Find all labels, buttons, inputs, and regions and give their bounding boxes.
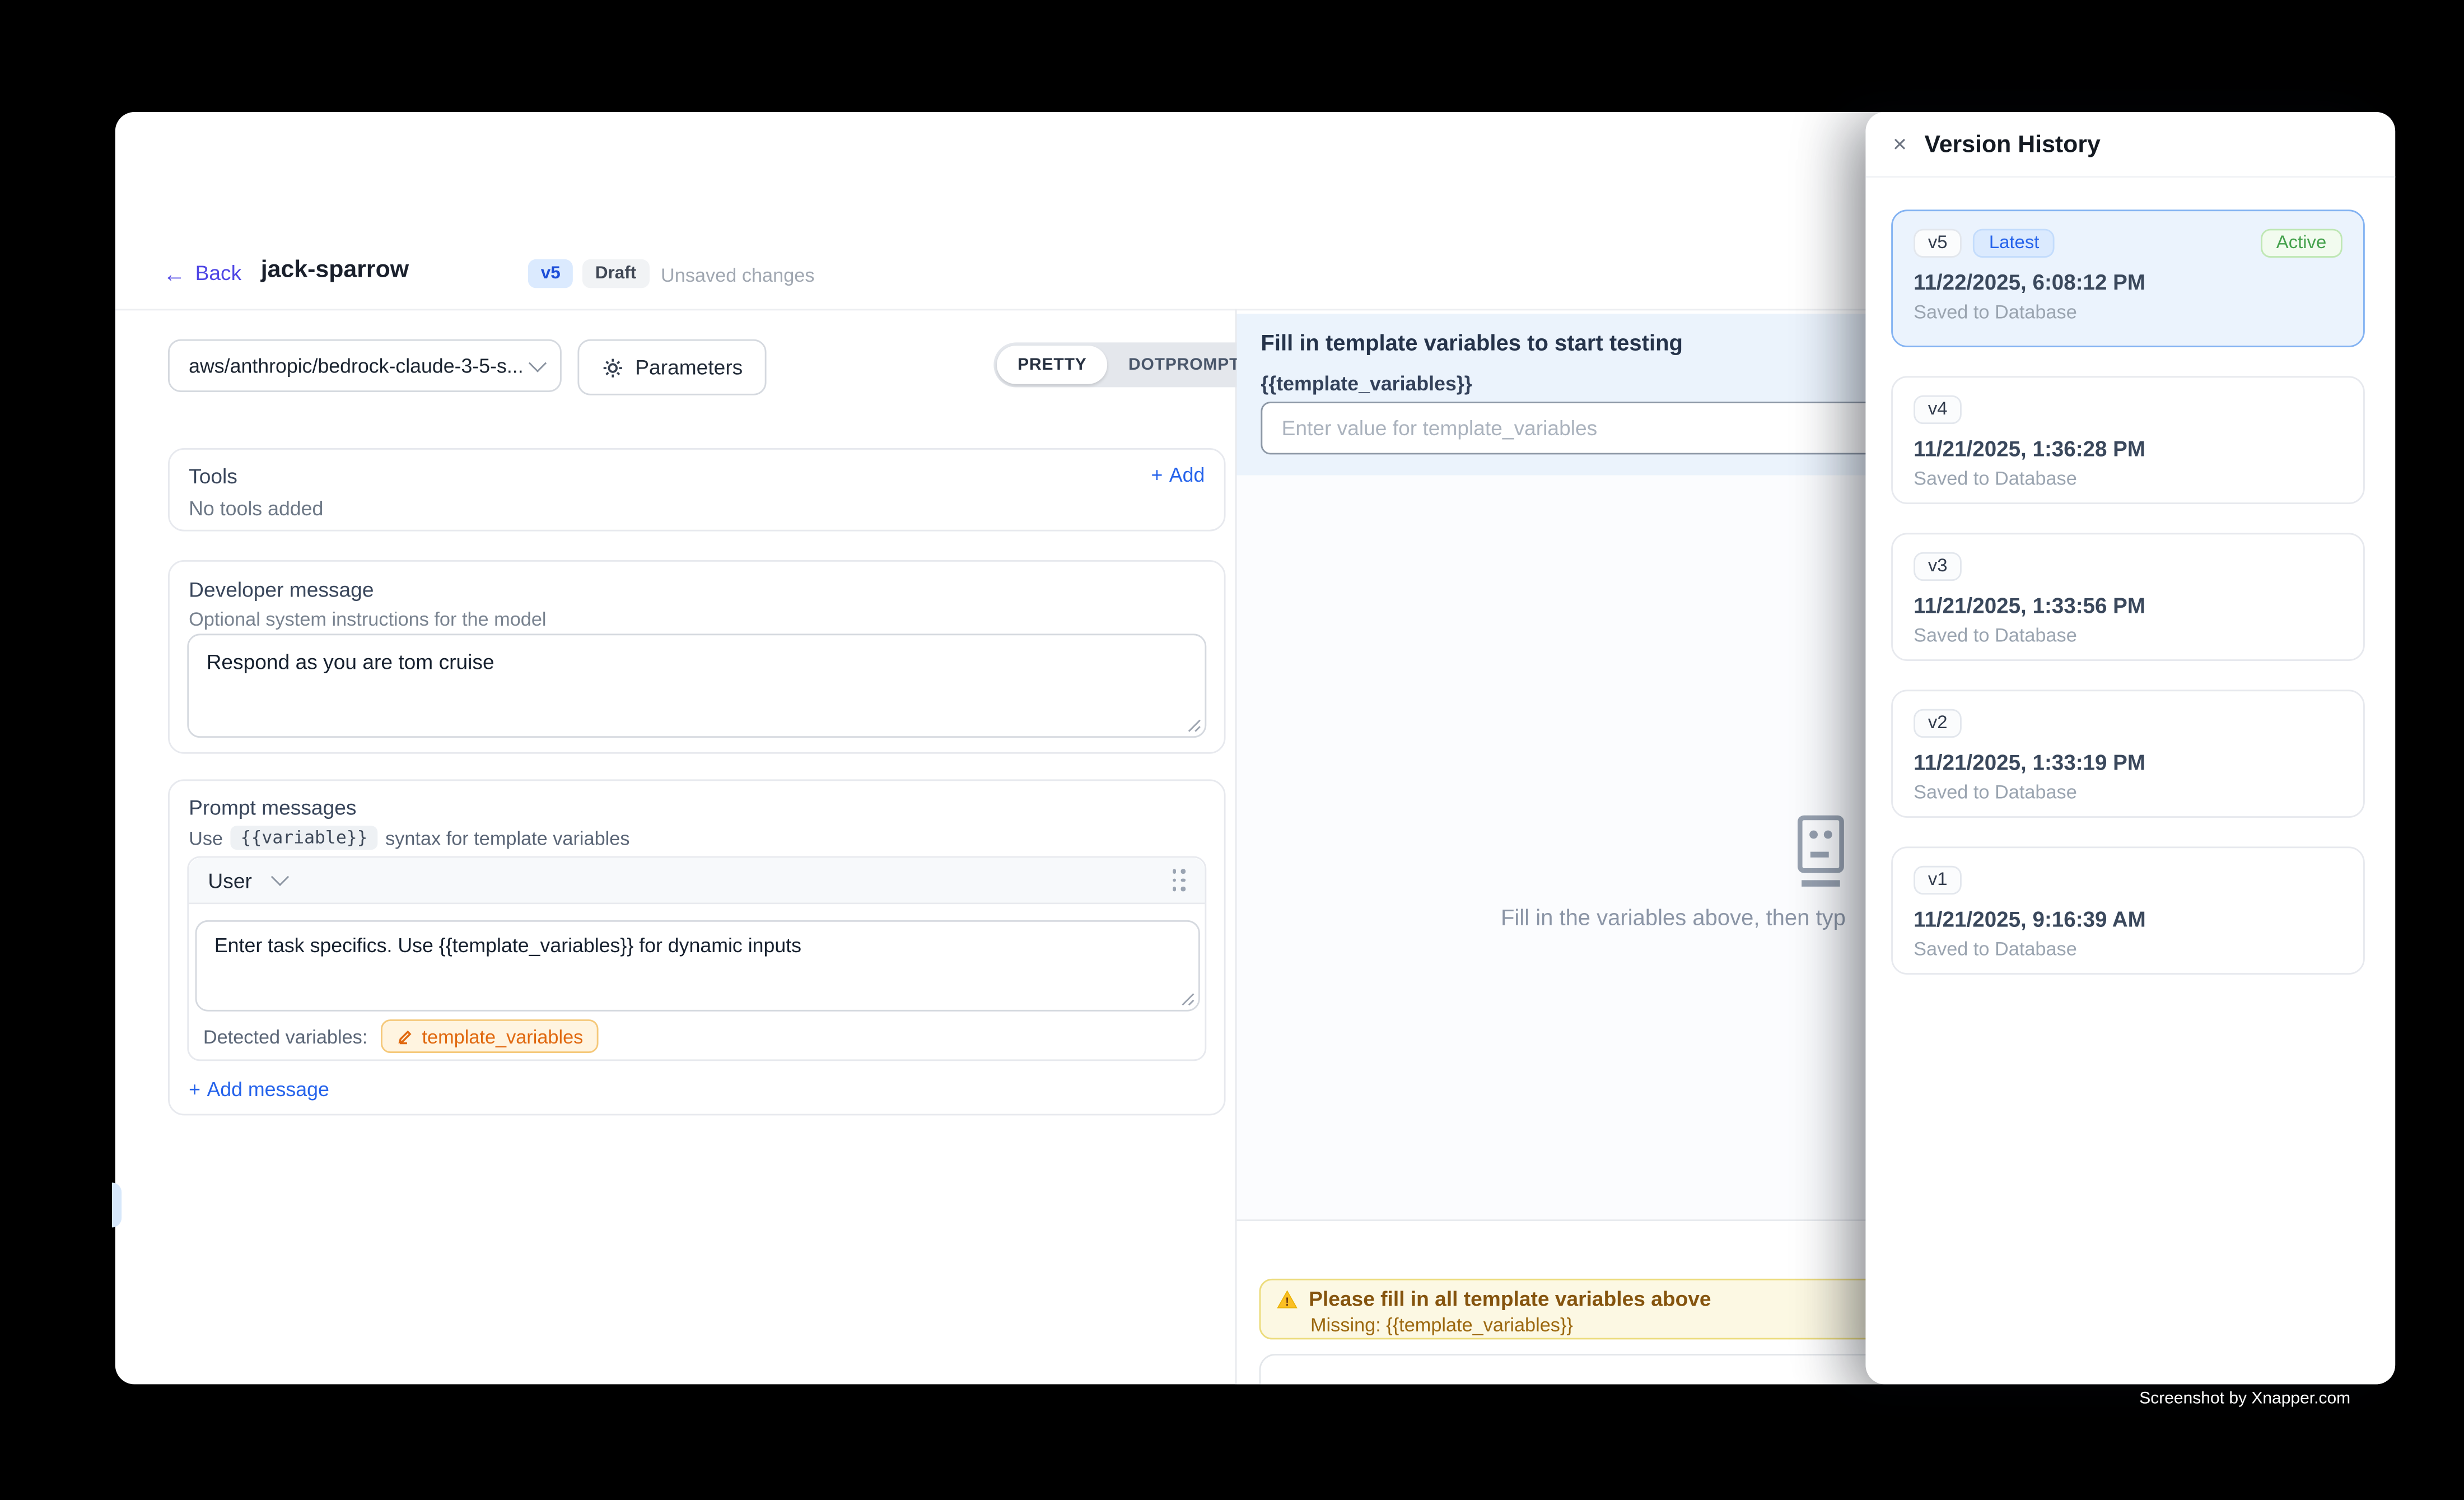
developer-message-title: Developer message: [189, 577, 374, 602]
watermark: Screenshot by Xnapper.com: [2139, 1389, 2350, 1408]
version-timestamp: 11/21/2025, 1:33:56 PM: [1914, 594, 2342, 618]
plus-icon: +: [189, 1079, 200, 1101]
svg-text:!: !: [1285, 1294, 1289, 1307]
screen: ← Back jack-sparrow v5 Draft Unsaved cha…: [0, 0, 2464, 1500]
pencil-icon: [396, 1027, 414, 1045]
edge-toast-sliver: [112, 1182, 122, 1227]
active-badge: Active: [2260, 229, 2342, 258]
version-card-v5[interactable]: v5 Latest Active 11/22/2025, 6:08:12 PM …: [1891, 209, 2365, 347]
add-message-label: Add message: [207, 1079, 329, 1101]
template-variable-name: {{template_variables}}: [1261, 373, 1472, 395]
version-number-badge: v3: [1914, 552, 1962, 581]
empty-state-hint: Fill in the variables above, then typ: [1501, 904, 1846, 930]
missing-variables-warning: ! Please fill in all template variables …: [1259, 1279, 1967, 1340]
parameters-label: Parameters: [635, 355, 743, 379]
warning-missing-text: Missing: {{template_variables}}: [1310, 1314, 1949, 1336]
add-tool-label: Add: [1169, 464, 1205, 487]
drag-handle-icon[interactable]: [1172, 869, 1186, 891]
warning-title: Please fill in all template variables ab…: [1309, 1287, 1711, 1311]
draft-badge: Draft: [582, 259, 649, 288]
model-selector-value: aws/anthropic/bedrock-claude-3-5-s...: [189, 355, 524, 377]
latest-badge: Latest: [1973, 229, 2055, 258]
version-history-header: × Version History: [1865, 112, 2395, 178]
detected-variables-row: Detected variables: template_variables: [203, 1019, 599, 1053]
close-icon[interactable]: ×: [1893, 132, 1907, 156]
back-label: Back: [195, 261, 242, 285]
detected-variables-label: Detected variables:: [203, 1025, 368, 1047]
parameters-button[interactable]: Parameters: [577, 339, 767, 395]
plus-icon: +: [1151, 464, 1163, 487]
template-variable-chip-label: template_variables: [422, 1025, 584, 1047]
tools-card: Tools + Add No tools added: [168, 448, 1226, 532]
version-number-badge: v5: [1914, 229, 1962, 258]
version-card-v1[interactable]: v1 11/21/2025, 9:16:39 AM Saved to Datab…: [1891, 846, 2365, 975]
warning-triangle-icon: !: [1277, 1289, 1298, 1308]
version-source: Saved to Database: [1914, 624, 2342, 646]
add-message-button[interactable]: + Add message: [189, 1079, 329, 1101]
template-syntax-hint: Use {{variable}} syntax for template var…: [189, 826, 629, 850]
format-toggle: PRETTY DOTPROMPT: [993, 342, 1264, 387]
version-badge: v5: [528, 259, 573, 288]
version-source: Saved to Database: [1914, 781, 2342, 803]
version-history-title: Version History: [1924, 131, 2100, 158]
prompt-messages-title: Prompt messages: [189, 795, 356, 819]
variable-syntax-chip: {{variable}}: [231, 826, 377, 850]
prompt-message-block: User Enter task specifics. Use {{templat…: [187, 856, 1206, 1061]
developer-message-card: Developer message Optional system instru…: [168, 560, 1226, 754]
tools-empty-text: No tools added: [189, 498, 323, 520]
role-select-value[interactable]: User: [208, 868, 251, 892]
tools-title: Tools: [189, 464, 237, 488]
add-tool-button[interactable]: + Add: [1151, 464, 1205, 487]
template-variables-heading: Fill in template variables to start test…: [1261, 330, 1683, 356]
chat-message-input[interactable]: [1259, 1354, 1967, 1384]
unsaved-changes-label: Unsaved changes: [661, 264, 815, 286]
back-arrow-icon: ←: [163, 262, 185, 284]
version-number-badge: v4: [1914, 395, 1962, 424]
template-variable-chip[interactable]: template_variables: [380, 1019, 599, 1053]
version-card-v2[interactable]: v2 11/21/2025, 1:33:19 PM Saved to Datab…: [1891, 690, 2365, 818]
message-role-header: User: [189, 858, 1205, 904]
version-card-v3[interactable]: v3 11/21/2025, 1:33:56 PM Saved to Datab…: [1891, 533, 2365, 661]
version-timestamp: 11/21/2025, 1:36:28 PM: [1914, 437, 2342, 461]
hint-prefix: Use: [189, 827, 223, 849]
chevron-down-icon[interactable]: [272, 868, 290, 886]
gear-icon: [601, 356, 624, 379]
back-button[interactable]: ← Back: [163, 261, 241, 285]
version-timestamp: 11/21/2025, 1:33:19 PM: [1914, 751, 2342, 775]
prompt-message-input[interactable]: Enter task specifics. Use {{template_var…: [195, 920, 1200, 1012]
developer-message-input[interactable]: Respond as you are tom cruise: [187, 633, 1206, 738]
version-card-v4[interactable]: v4 11/21/2025, 1:36:28 PM Saved to Datab…: [1891, 376, 2365, 504]
version-history-panel: × Version History v5 Latest Active 11/22…: [1865, 112, 2395, 1384]
version-number-badge: v2: [1914, 709, 1962, 738]
chevron-down-icon: [529, 353, 547, 371]
bot-face-icon: [1789, 813, 1852, 889]
format-option-pretty[interactable]: PRETTY: [997, 346, 1108, 384]
version-timestamp: 11/22/2025, 6:08:12 PM: [1914, 271, 2342, 295]
version-source: Saved to Database: [1914, 301, 2342, 323]
version-source: Saved to Database: [1914, 467, 2342, 490]
hint-suffix: syntax for template variables: [385, 827, 629, 849]
version-timestamp: 11/21/2025, 9:16:39 AM: [1914, 907, 2342, 931]
prompt-messages-card: Prompt messages Use {{variable}} syntax …: [168, 779, 1226, 1115]
version-number-badge: v1: [1914, 866, 1962, 895]
developer-message-subtitle: Optional system instructions for the mod…: [189, 608, 546, 631]
page-title: jack-sparrow: [261, 256, 409, 283]
model-selector[interactable]: aws/anthropic/bedrock-claude-3-5-s...: [168, 339, 562, 392]
version-source: Saved to Database: [1914, 938, 2342, 960]
